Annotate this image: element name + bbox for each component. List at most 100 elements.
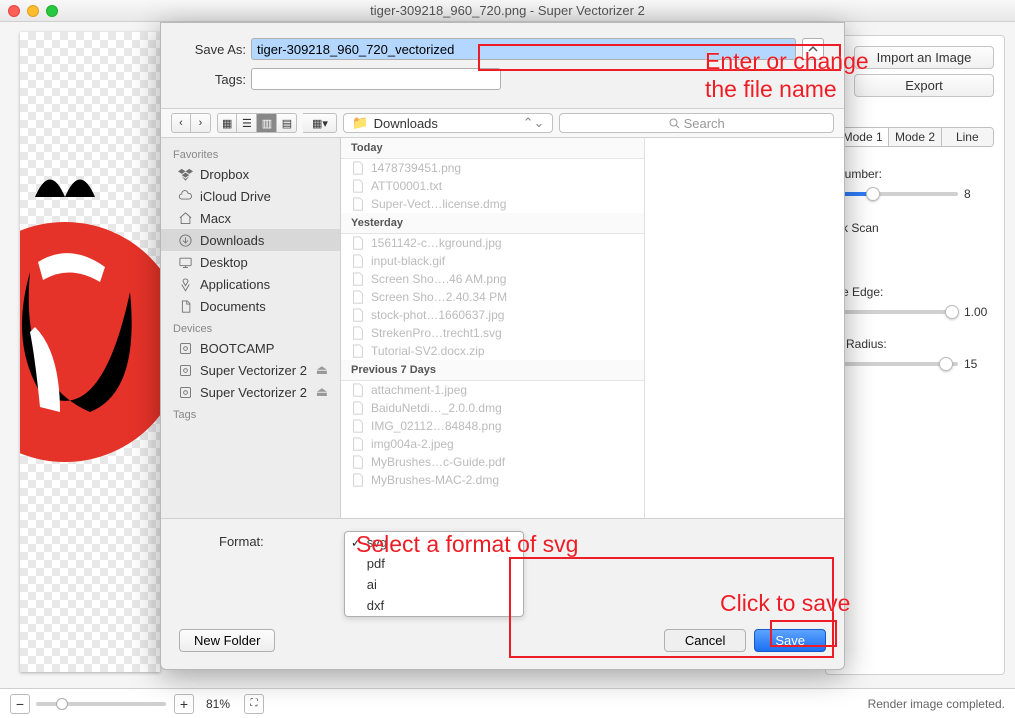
format-option-pdf[interactable]: pdf — [345, 553, 523, 574]
format-option-svg[interactable]: svg — [345, 532, 523, 553]
radius-slider[interactable] — [836, 362, 958, 366]
location-name: Downloads — [374, 116, 438, 131]
file-icon — [351, 236, 365, 250]
forward-button[interactable]: › — [191, 113, 211, 133]
file-icon — [351, 254, 365, 268]
sidebar-item-dropbox[interactable]: Dropbox — [161, 163, 340, 185]
docs-icon — [177, 298, 193, 314]
tab-line[interactable]: Line — [942, 128, 993, 146]
view-list[interactable]: ☰ — [237, 113, 257, 133]
sidebar-item-bootcamp[interactable]: BOOTCAMP — [161, 337, 340, 359]
view-columns[interactable]: ▥ — [257, 113, 277, 133]
fit-button[interactable]: ⛶ — [244, 694, 264, 714]
file-icon — [351, 179, 365, 193]
file-item[interactable]: 1478739451.png — [341, 159, 644, 177]
zoom-slider[interactable] — [36, 702, 166, 706]
group-by-button[interactable]: ▦▾ — [303, 113, 337, 133]
sidebar-item-documents[interactable]: Documents — [161, 295, 340, 317]
zoom-window[interactable] — [46, 5, 58, 17]
file-icon — [351, 344, 365, 358]
file-list[interactable]: Today1478739451.pngATT00001.txtSuper-Vec… — [341, 138, 644, 518]
export-button[interactable]: Export — [854, 74, 994, 97]
file-item[interactable]: IMG_02112…84848.png — [341, 417, 644, 435]
sidebar-item-desktop[interactable]: Desktop — [161, 251, 340, 273]
file-icon — [351, 473, 365, 487]
tags-label: Tags: — [181, 72, 251, 87]
edge-slider[interactable] — [836, 310, 958, 314]
file-item[interactable]: ATT00001.txt — [341, 177, 644, 195]
zoom-out-button[interactable]: − — [10, 694, 30, 714]
new-folder-button[interactable]: New Folder — [179, 629, 275, 652]
folder-icon: 📁 — [352, 115, 368, 131]
sidebar-item-super-vectorizer-2[interactable]: Super Vectorizer 2⏏ — [161, 359, 340, 381]
file-item[interactable]: Screen Sho….46 AM.png — [341, 270, 644, 288]
file-icon — [351, 455, 365, 469]
file-icon — [351, 161, 365, 175]
sidebar-item-super-vectorizer-2[interactable]: Super Vectorizer 2⏏ — [161, 381, 340, 403]
preview-pane — [644, 138, 844, 518]
sidebar-item-icloud-drive[interactable]: iCloud Drive — [161, 185, 340, 207]
favorites-header: Favorites — [161, 143, 340, 163]
file-item[interactable]: BaiduNetdi…_2.0.0.dmg — [341, 399, 644, 417]
file-item[interactable]: Tutorial-SV2.docx.zip — [341, 342, 644, 360]
back-button[interactable]: ‹ — [171, 113, 191, 133]
status-text: Render image completed. — [868, 697, 1005, 711]
tab-mode2[interactable]: Mode 2 — [889, 128, 941, 146]
file-item[interactable]: Super-Vect…license.dmg — [341, 195, 644, 213]
radius-label: n Radius: — [836, 337, 994, 351]
file-section-header: Yesterday — [341, 213, 644, 234]
format-option-ai[interactable]: ai — [345, 574, 523, 595]
home-icon — [177, 210, 193, 226]
cancel-button[interactable]: Cancel — [664, 629, 746, 652]
view-icons[interactable]: ▦ — [217, 113, 237, 133]
search-input[interactable]: Search — [559, 113, 834, 133]
scan-checkbox-row[interactable]: ck Scan — [836, 221, 994, 235]
file-item[interactable]: img004a-2.jpeg — [341, 435, 644, 453]
file-icon — [351, 401, 365, 415]
import-button[interactable]: Import an Image — [854, 46, 994, 69]
disk-icon — [177, 384, 193, 400]
disk-icon — [177, 362, 193, 378]
file-item[interactable]: MyBrushes-MAC-2.dmg — [341, 471, 644, 489]
file-icon — [351, 308, 365, 322]
file-section-header: Today — [341, 138, 644, 159]
eject-icon[interactable]: ⏏ — [316, 384, 328, 400]
save-as-label: Save As: — [181, 42, 251, 57]
window-title: tiger-309218_960_720.png - Super Vectori… — [370, 3, 645, 18]
close-window[interactable] — [8, 5, 20, 17]
file-item[interactable]: stock-phot…1660637.jpg — [341, 306, 644, 324]
file-item[interactable]: MyBrushes…c-Guide.pdf — [341, 453, 644, 471]
file-icon — [351, 290, 365, 304]
sidebar-item-macx[interactable]: Macx — [161, 207, 340, 229]
location-dropdown[interactable]: 📁 Downloads ⌃⌄ — [343, 113, 553, 133]
format-option-dxf[interactable]: dxf — [345, 595, 523, 616]
vectorized-image — [20, 152, 160, 532]
eject-icon[interactable]: ⏏ — [316, 362, 328, 378]
sidebar-item-downloads[interactable]: Downloads — [161, 229, 340, 251]
view-coverflow[interactable]: ▤ — [277, 113, 297, 133]
zoom-in-button[interactable]: + — [174, 694, 194, 714]
file-icon — [351, 383, 365, 397]
file-item[interactable]: 1561142-c…kground.jpg — [341, 234, 644, 252]
color-number-slider[interactable] — [836, 192, 958, 196]
color-number-label: Number: — [836, 167, 994, 181]
statusbar: − + 81% ⛶ Render image completed. — [0, 688, 1015, 718]
titlebar: tiger-309218_960_720.png - Super Vectori… — [0, 0, 1015, 22]
tags-input[interactable] — [251, 68, 501, 90]
file-icon — [351, 419, 365, 433]
minimize-window[interactable] — [27, 5, 39, 17]
file-item[interactable]: input-black.gif — [341, 252, 644, 270]
file-item[interactable]: attachment-1.jpeg — [341, 381, 644, 399]
save-as-input[interactable] — [251, 38, 796, 60]
dropbox-icon — [177, 166, 193, 182]
file-item[interactable]: StrekenPro…trecht1.svg — [341, 324, 644, 342]
format-dropdown[interactable]: svg pdf ai dxf — [344, 531, 524, 617]
mode-tabs: Mode 1 Mode 2 Line — [836, 127, 994, 147]
file-section-header: Previous 7 Days — [341, 360, 644, 381]
sidebar-item-applications[interactable]: Applications — [161, 273, 340, 295]
search-icon — [669, 118, 680, 129]
file-item[interactable]: Screen Sho…2.40.34 PM — [341, 288, 644, 306]
save-button[interactable]: Save — [754, 629, 826, 652]
settings-panel: Import an Image Export Mode 1 Mode 2 Lin… — [825, 35, 1005, 675]
collapse-button[interactable] — [802, 38, 824, 60]
